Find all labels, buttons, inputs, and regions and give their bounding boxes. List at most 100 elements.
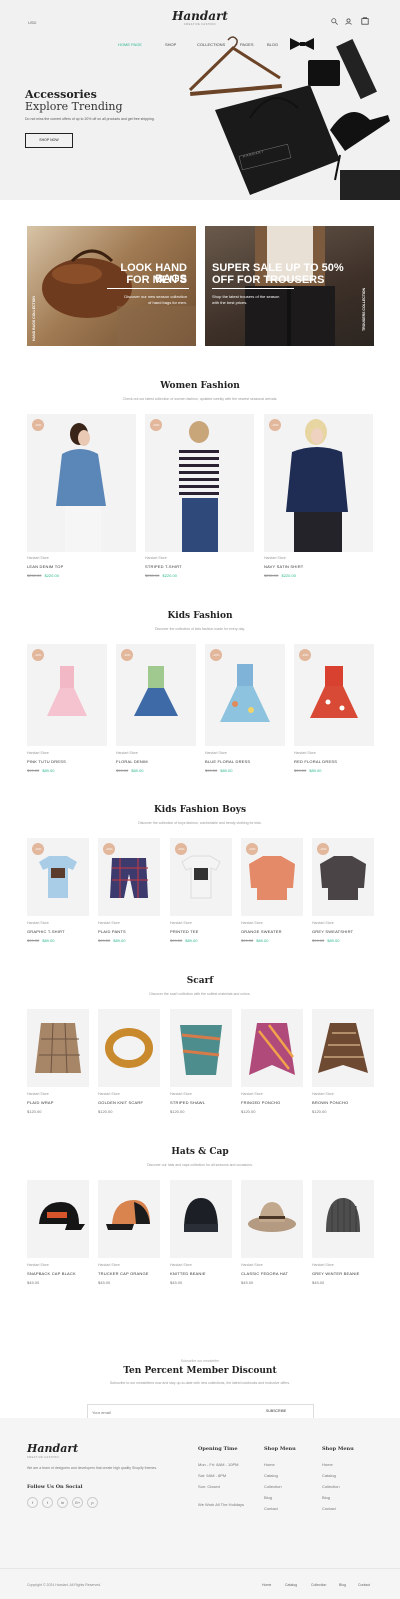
product-name[interactable]: NAVY SATIN SHIRT xyxy=(264,564,303,569)
product-name[interactable]: GREY SWEATSHIRT xyxy=(312,929,353,934)
product-image[interactable] xyxy=(170,1180,232,1258)
user-icon[interactable] xyxy=(345,18,352,25)
footer-link[interactable]: Contact xyxy=(322,1506,336,1511)
banner-trousers[interactable]: SUPER SALE UP TO 50% OFF FOR TROUSERS Sh… xyxy=(205,226,374,346)
pinterest-icon[interactable]: p xyxy=(87,1497,98,1508)
product-card[interactable]: -10% Handart Store NAVY SATIN SHIRT $250… xyxy=(264,414,373,584)
product-name[interactable]: GOLDEN KNIT SCARF xyxy=(98,1100,143,1105)
bottom-link-catalog[interactable]: Catalog xyxy=(285,1583,297,1587)
footer-logo[interactable]: Handart xyxy=(27,1442,78,1455)
product-card[interactable]: -10% Handart Store ORANGE SWEATER $99.00… xyxy=(241,838,303,953)
product-name[interactable]: BLUE FLORAL DRESS xyxy=(205,759,250,764)
product-name[interactable]: STRIPED SHAWL xyxy=(170,1100,205,1105)
nav-home[interactable]: HOME PAGE xyxy=(118,42,142,47)
knitted-beanie-photo xyxy=(184,1198,218,1232)
product-card[interactable]: -10% Handart Store GRAPHIC T-SHIRT $99.0… xyxy=(27,838,89,953)
product-card[interactable]: Handart Store GREY WINTER BEANIE $45.00 xyxy=(312,1180,374,1290)
bottom-link-collection[interactable]: Collection xyxy=(311,1583,326,1587)
product-price: $45.00 xyxy=(241,1280,253,1285)
footer-link[interactable]: Collection xyxy=(322,1484,340,1489)
product-name[interactable]: LEAN DENIM TOP xyxy=(27,564,63,569)
product-name[interactable]: ORANGE SWEATER xyxy=(241,929,282,934)
product-card[interactable]: Handart Store BROWN PONCHO $120.00 xyxy=(312,1009,374,1119)
old-price: $99.00 xyxy=(27,938,40,943)
product-name[interactable]: PRINTED TEE xyxy=(170,929,199,934)
product-image[interactable] xyxy=(27,1009,89,1087)
product-name[interactable]: GRAPHIC T-SHIRT xyxy=(27,929,65,934)
product-name[interactable]: RED FLORAL DRESS xyxy=(294,759,337,764)
product-category: Handart Store xyxy=(312,921,334,925)
product-card[interactable]: -10% Handart Store RED FLORAL DRESS $99.… xyxy=(294,644,374,779)
product-name[interactable]: PLAID PANTS xyxy=(98,929,126,934)
product-image[interactable] xyxy=(27,414,136,552)
cart-icon[interactable] xyxy=(361,17,369,25)
product-card[interactable]: Handart Store FRINGED PONCHO $120.00 xyxy=(241,1009,303,1119)
facebook-icon[interactable]: f xyxy=(27,1497,38,1508)
twitter-icon[interactable]: t xyxy=(42,1497,53,1508)
product-card[interactable]: Handart Store TRUCKER CAP ORANGE $45.00 xyxy=(98,1180,160,1290)
product-card[interactable]: Handart Store STRIPED SHAWL $120.00 xyxy=(170,1009,232,1119)
product-image[interactable] xyxy=(98,1180,160,1258)
product-name[interactable]: TRUCKER CAP ORANGE xyxy=(98,1271,149,1276)
footer-link[interactable]: Home xyxy=(322,1462,333,1467)
product-name[interactable]: FRINGED PONCHO xyxy=(241,1100,280,1105)
hero-shop-button[interactable]: SHOP NOW xyxy=(25,133,73,148)
product-card[interactable]: -10% Handart Store GREY SWEATSHIRT $99.0… xyxy=(312,838,374,953)
currency-selector[interactable]: USD xyxy=(28,20,36,25)
product-image[interactable] xyxy=(241,1009,303,1087)
product-name[interactable]: BROWN PONCHO xyxy=(312,1100,348,1105)
footer-link[interactable]: Catalog xyxy=(264,1473,278,1478)
product-image[interactable] xyxy=(27,1180,89,1258)
product-card[interactable]: Handart Store CLASSIC FEDORA HAT $45.00 xyxy=(241,1180,303,1290)
bottom-link-blog[interactable]: Blog xyxy=(339,1583,346,1587)
product-card[interactable]: -10% Handart Store LEAN DENIM TOP $250.0… xyxy=(27,414,136,584)
footer-link[interactable]: Blog xyxy=(264,1495,272,1500)
product-image[interactable] xyxy=(170,1009,232,1087)
newsletter-subscribe-button[interactable]: SUBSCRIBE xyxy=(266,1409,286,1413)
product-category: Handart Store xyxy=(27,921,49,925)
product-card[interactable]: -10% Handart Store PRINTED TEE $99.00 $89… xyxy=(170,838,232,953)
footer-link[interactable]: Collection xyxy=(264,1484,282,1489)
product-card[interactable]: -10% Handart Store PINK TUTU DRESS $99.0… xyxy=(27,644,107,779)
banner-handbags[interactable]: LOOK HAND BAGS FOR MEN'S Discover our ne… xyxy=(27,226,196,346)
old-price: $99.00 xyxy=(205,768,218,773)
footer-link[interactable]: Catalog xyxy=(322,1473,336,1478)
product-price: $120.00 xyxy=(27,1109,41,1114)
product-name[interactable]: PINK TUTU DRESS xyxy=(27,759,66,764)
product-name[interactable]: CLASSIC FEDORA HAT xyxy=(241,1271,288,1276)
product-image[interactable] xyxy=(312,1180,374,1258)
search-icon[interactable] xyxy=(331,18,338,25)
product-image[interactable] xyxy=(98,1009,160,1087)
newsletter-email-input[interactable] xyxy=(92,1407,252,1417)
copyright: Copyright © 2024 Handart. All Rights Res… xyxy=(27,1583,102,1587)
product-name[interactable]: GREY WINTER BEANIE xyxy=(312,1271,360,1276)
footer-link[interactable]: Blog xyxy=(322,1495,330,1500)
linkedin-icon[interactable]: in xyxy=(57,1497,68,1508)
product-card[interactable]: Handart Store GOLDEN KNIT SCARF $120.00 xyxy=(98,1009,160,1119)
product-card[interactable]: -10% Handart Store BLUE FLORAL DRESS $99… xyxy=(205,644,285,779)
product-price: $250.00 $220.00 xyxy=(145,573,177,578)
product-name[interactable]: PLAID WRAP xyxy=(27,1100,54,1105)
product-name[interactable]: SNAPBACK CAP BLACK xyxy=(27,1271,76,1276)
product-card[interactable]: Handart Store KNITTED BEANIE $45.00 xyxy=(170,1180,232,1290)
product-card[interactable]: -10% Handart Store STRIPED T-SHIRT $250.… xyxy=(145,414,254,584)
google-plus-icon[interactable]: G+ xyxy=(72,1497,83,1508)
product-image[interactable] xyxy=(264,414,373,552)
footer-link[interactable]: Home xyxy=(264,1462,275,1467)
product-card[interactable]: -10% Handart Store PLAID PANTS $99.00 $89… xyxy=(98,838,160,953)
logo[interactable]: Handart CREATIVE FASHION xyxy=(170,9,230,26)
product-card[interactable]: Handart Store SNAPBACK CAP BLACK $45.00 xyxy=(27,1180,89,1290)
footer-link[interactable]: Contact xyxy=(264,1506,278,1511)
product-image[interactable] xyxy=(145,414,254,552)
product-name[interactable]: FLORAL DENIM xyxy=(116,759,148,764)
product-card[interactable]: -10% Handart Store FLORAL DENIM $99.00 $8… xyxy=(116,644,196,779)
product-image[interactable] xyxy=(312,1009,374,1087)
bottom-link-contact[interactable]: Contact xyxy=(358,1583,370,1587)
bottom-link-home[interactable]: Home xyxy=(262,1583,271,1587)
sale-price: $220.00 xyxy=(162,573,177,578)
nav-shop[interactable]: SHOP xyxy=(165,42,176,47)
product-card[interactable]: Handart Store PLAID WRAP $120.00 xyxy=(27,1009,89,1119)
product-name[interactable]: KNITTED BEANIE xyxy=(170,1271,206,1276)
product-name[interactable]: STRIPED T-SHIRT xyxy=(145,564,182,569)
product-image[interactable] xyxy=(241,1180,303,1258)
